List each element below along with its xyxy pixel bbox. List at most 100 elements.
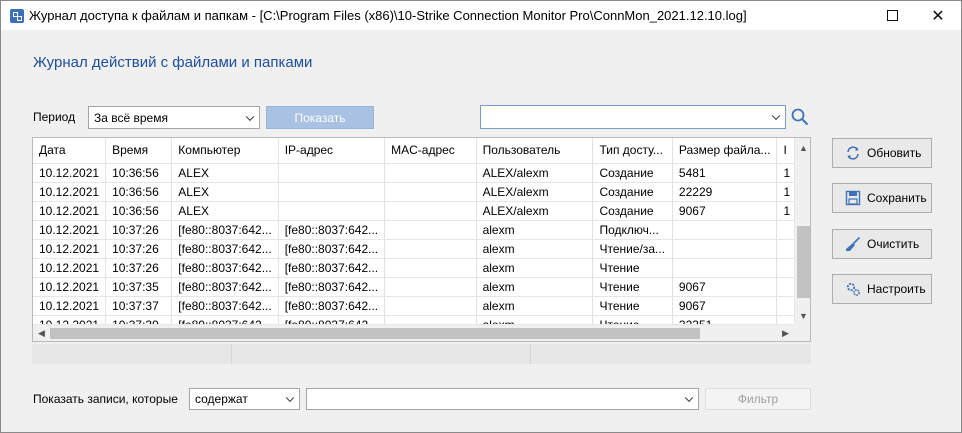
chevron-down-icon bbox=[245, 112, 255, 121]
table-cell bbox=[384, 296, 477, 316]
table-cell: 10.12.2021 bbox=[33, 239, 107, 259]
table-cell bbox=[278, 182, 386, 202]
table-cell bbox=[672, 220, 778, 240]
horizontal-scroll-thumb[interactable] bbox=[50, 328, 700, 339]
table-cell: 10:37:37 bbox=[105, 296, 173, 316]
table-cell: alexm bbox=[476, 277, 594, 297]
column-header[interactable]: Тип досту... bbox=[592, 138, 673, 164]
column-header[interactable]: Размер файла... bbox=[672, 138, 778, 164]
table-row[interactable]: 10.12.2021 10:37:35 [fe80::8037:642... [fe8… bbox=[33, 277, 810, 297]
column-header[interactable]: Пользователь bbox=[476, 138, 594, 164]
clear-button-label: Очистить bbox=[867, 237, 920, 251]
table-cell: 10:37:26 bbox=[105, 258, 173, 278]
column-header[interactable]: Дата bbox=[33, 138, 107, 164]
table-row[interactable]: 10.12.2021 10:37:26 [fe80::8037:642... [fe8… bbox=[33, 258, 810, 278]
filter-condition-select[interactable]: содержат bbox=[189, 388, 300, 410]
refresh-button[interactable]: Обновить bbox=[832, 138, 932, 168]
table-row[interactable]: 10.12.2021 10:37:26 [fe80::8037:642... [fe8… bbox=[33, 220, 810, 240]
save-icon bbox=[845, 190, 861, 206]
search-input[interactable] bbox=[480, 105, 786, 129]
table-cell: 9067 bbox=[672, 201, 778, 221]
column-header[interactable]: Время bbox=[105, 138, 173, 164]
broom-icon bbox=[845, 236, 861, 252]
column-header[interactable]: IP-адрес bbox=[278, 138, 386, 164]
table-cell: alexm bbox=[476, 239, 594, 259]
filter-text-input[interactable] bbox=[306, 388, 699, 410]
show-button[interactable]: Показать bbox=[266, 106, 374, 129]
table-cell: 10.12.2021 bbox=[33, 296, 107, 316]
filter-condition-value: содержат bbox=[195, 392, 248, 406]
filter-button[interactable]: Фильтр bbox=[705, 388, 811, 410]
table-cell: Создание bbox=[592, 182, 673, 202]
table-cell: Создание bbox=[592, 201, 673, 221]
scroll-right-icon[interactable]: ▶ bbox=[777, 325, 794, 341]
table-cell: [fe80::8037:642... bbox=[278, 296, 386, 316]
search-icon bbox=[791, 108, 809, 126]
table-cell: 10.12.2021 bbox=[33, 258, 107, 278]
scroll-up-icon[interactable]: ▲ bbox=[795, 140, 810, 157]
status-divider bbox=[231, 344, 232, 364]
table-cell: Чтение/за... bbox=[592, 239, 673, 259]
page-title: Журнал действий с файлами и папками bbox=[33, 54, 313, 71]
table-cell: Чтение bbox=[592, 296, 673, 316]
table-cell: [fe80::8037:642... bbox=[171, 239, 279, 259]
table-row[interactable]: 10.12.2021 10:37:37 [fe80::8037:642... [fe8… bbox=[33, 296, 810, 316]
save-button-label: Сохранить bbox=[867, 191, 927, 205]
period-label: Период bbox=[33, 110, 76, 124]
vertical-scroll-thumb[interactable] bbox=[797, 226, 810, 298]
table-cell: [fe80::8037:642... bbox=[278, 277, 386, 297]
table-cell: alexm bbox=[476, 296, 594, 316]
table-cell bbox=[672, 239, 778, 259]
refresh-button-label: Обновить bbox=[867, 146, 922, 160]
table-row[interactable]: 10.12.2021 10:37:26 [fe80::8037:642... [fe8… bbox=[33, 239, 810, 259]
table-row[interactable]: 10.12.2021 10:36:56 ALEX ALEX/alexm Создание… bbox=[33, 201, 810, 221]
table-cell: ALEX bbox=[171, 163, 279, 183]
table-cell: 10:37:35 bbox=[105, 277, 173, 297]
vertical-scrollbar[interactable]: ▲ ▼ bbox=[794, 138, 810, 325]
table-cell: 10.12.2021 bbox=[33, 182, 107, 202]
clear-button[interactable]: Очистить bbox=[832, 229, 932, 259]
table-cell: 10.12.2021 bbox=[33, 163, 107, 183]
column-header[interactable]: Компьютер bbox=[171, 138, 279, 164]
status-divider bbox=[530, 344, 531, 364]
maximize-button[interactable] bbox=[869, 1, 915, 30]
scroll-left-icon[interactable]: ◀ bbox=[33, 325, 50, 341]
table-cell bbox=[672, 258, 778, 278]
table-row[interactable]: 10.12.2021 10:36:56 ALEX ALEX/alexm Создание… bbox=[33, 163, 810, 183]
table-cell: 10.12.2021 bbox=[33, 201, 107, 221]
table-cell: ALEX/alexm bbox=[476, 182, 594, 202]
table-cell: 10:36:56 bbox=[105, 201, 173, 221]
table-cell bbox=[384, 220, 477, 240]
status-bar bbox=[32, 344, 811, 364]
table-cell: 10.12.2021 bbox=[33, 220, 107, 240]
period-select-value: За всё время bbox=[94, 110, 168, 125]
table-cell: ALEX/alexm bbox=[476, 201, 594, 221]
log-table[interactable]: Дата Время Компьютер IP-адрес MAC-адрес Польз… bbox=[32, 137, 811, 342]
close-button[interactable]: ✕ bbox=[915, 1, 961, 30]
table-cell: 22229 bbox=[672, 182, 778, 202]
settings-button[interactable]: Настроить bbox=[832, 274, 932, 304]
column-header[interactable]: MAC-адрес bbox=[384, 138, 477, 164]
table-cell: alexm bbox=[476, 258, 594, 278]
table-cell: 5481 bbox=[672, 163, 778, 183]
search-button[interactable] bbox=[789, 105, 811, 129]
horizontal-scrollbar[interactable]: ◀ ▶ bbox=[33, 324, 794, 341]
table-cell: [fe80::8037:642... bbox=[278, 258, 386, 278]
table-cell: 10:36:56 bbox=[105, 182, 173, 202]
window-title: Журнал доступа к файлам и папкам - [C:\P… bbox=[29, 8, 747, 23]
scroll-down-icon[interactable]: ▼ bbox=[795, 308, 810, 325]
table-row[interactable]: 10.12.2021 10:36:56 ALEX ALEX/alexm Создание… bbox=[33, 182, 810, 202]
log-window: Журнал доступа к файлам и папкам - [C:\P… bbox=[0, 0, 962, 433]
maximize-icon bbox=[886, 10, 898, 21]
filter-label: Показать записи, которые bbox=[33, 392, 178, 406]
save-button[interactable]: Сохранить bbox=[832, 183, 932, 213]
table-cell: [fe80::8037:642... bbox=[171, 296, 279, 316]
table-cell bbox=[384, 277, 477, 297]
chevron-down-icon bbox=[771, 111, 781, 121]
table-cell: Подключ... bbox=[592, 220, 673, 240]
table-cell: [fe80::8037:642... bbox=[171, 277, 279, 297]
table-cell: [fe80::8037:642... bbox=[171, 258, 279, 278]
table-cell bbox=[384, 239, 477, 259]
period-select[interactable]: За всё время bbox=[88, 106, 260, 129]
table-cell: 10:36:56 bbox=[105, 163, 173, 183]
